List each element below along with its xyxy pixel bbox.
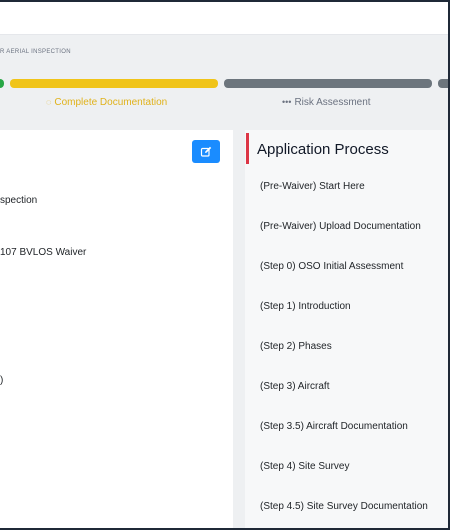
section-accent-bar <box>246 133 249 164</box>
progress-step-risk-assessment <box>224 79 432 88</box>
step-label-complete-documentation: ◌ Complete Documentation <box>46 97 167 108</box>
step-label-text: Risk Assessment <box>294 97 371 108</box>
waiver-details-panel <box>0 130 233 528</box>
waiver-detail-fragment: ) <box>0 375 4 386</box>
application-step-item[interactable]: (Pre-Waiver) Upload Documentation <box>260 221 421 232</box>
progress-step-complete-documentation <box>10 79 218 88</box>
step-label-risk-assessment: ••• Risk Assessment <box>282 97 371 108</box>
application-process-title: Application Process <box>257 141 389 158</box>
application-step-item[interactable]: (Step 3) Aircraft <box>260 381 329 392</box>
edit-icon <box>200 146 212 157</box>
application-step-item[interactable]: (Step 2) Phases <box>260 341 332 352</box>
step-label-text: Complete Documentation <box>54 97 168 108</box>
panel-gutter <box>233 130 245 528</box>
application-step-item[interactable]: (Step 4) Site Survey <box>260 461 349 472</box>
ellipsis-icon: ••• <box>282 97 292 107</box>
waiver-type-fragment: 107 BVLOS Waiver <box>0 247 87 258</box>
application-step-item[interactable]: (Pre-Waiver) Start Here <box>260 181 365 192</box>
application-step-item[interactable]: (Step 4.5) Site Survey Documentation <box>260 501 428 512</box>
top-navbar <box>0 2 448 35</box>
waiver-title-fragment: spection <box>0 195 38 206</box>
application-step-item[interactable]: (Step 3.5) Aircraft Documentation <box>260 421 408 432</box>
progress-step-next <box>438 79 448 88</box>
edit-button[interactable] <box>192 140 220 163</box>
spinner-icon: ◌ <box>46 97 52 107</box>
application-step-item[interactable]: (Step 1) Introduction <box>260 301 351 312</box>
app-window: R AERIAL INSPECTION ◌ Complete Documentat… <box>0 2 448 528</box>
breadcrumb: R AERIAL INSPECTION <box>0 49 71 55</box>
application-step-item[interactable]: (Step 0) OSO Initial Assessment <box>260 261 403 272</box>
